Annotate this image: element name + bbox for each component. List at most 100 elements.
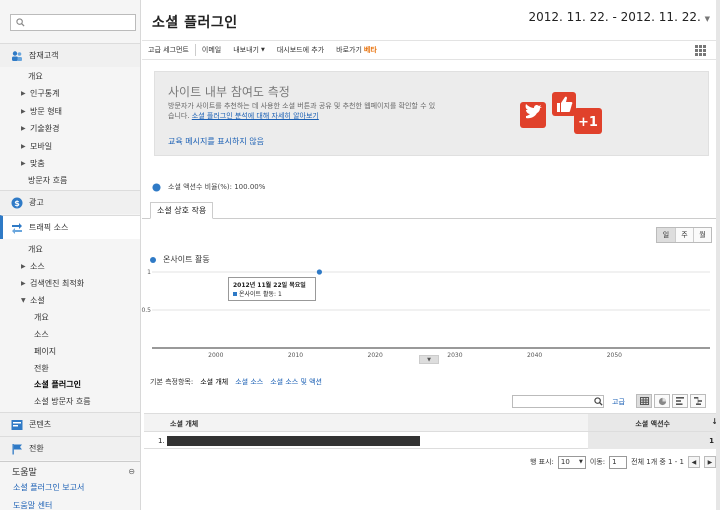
- sidebar-item-social-visitors-flow[interactable]: 소셜 방문자 흐름: [0, 393, 140, 410]
- toolbar-label: 고급 세그먼트: [148, 46, 189, 54]
- sidebar-section-advertising[interactable]: $ 광고: [0, 190, 140, 214]
- grid-layout-icon[interactable]: [695, 45, 706, 56]
- search-icon: [16, 18, 25, 27]
- table-search-button[interactable]: [592, 395, 605, 408]
- column-social-entity[interactable]: 소셜 개체: [170, 419, 198, 429]
- social-action-ratio: 소셜 액션수 비율(%): 100.00%: [152, 182, 265, 192]
- sidebar-section-audience[interactable]: 잠재고객: [0, 43, 140, 67]
- chart-collapse-handle[interactable]: ▼: [419, 355, 439, 364]
- sidebar-item-social-pages[interactable]: 페이지: [0, 343, 140, 360]
- pie-chart-icon: [658, 397, 666, 405]
- window-scrollbar[interactable]: [716, 0, 720, 510]
- toolbar-label: 이메일: [201, 46, 222, 54]
- sidebar-item-demographics[interactable]: ▶ 인구통계: [0, 85, 140, 102]
- primary-dimension-bar: 기본 측정항목: 소셜 개체 소셜 소스 소셜 소스 및 액션: [150, 377, 322, 387]
- dimension-social-entity[interactable]: 소셜 개체: [200, 377, 228, 387]
- column-social-actions[interactable]: 소셜 액션수: [635, 419, 670, 429]
- bar-list-icon: [675, 397, 684, 405]
- sidebar-search-box[interactable]: [10, 14, 136, 31]
- dimension-social-source-action[interactable]: 소셜 소스 및 액션: [270, 377, 322, 387]
- advanced-filter-link[interactable]: 고급: [612, 397, 625, 407]
- sidebar-item-behavior[interactable]: ▶ 방문 형태: [0, 103, 140, 120]
- expand-triangle-icon: ▶: [21, 160, 26, 167]
- email-button[interactable]: 이메일: [196, 44, 227, 56]
- help-collapse-button[interactable]: ⊖: [128, 467, 135, 476]
- sidebar-item-social-conversions[interactable]: 전환: [0, 360, 140, 377]
- goto-page-input[interactable]: 1: [609, 455, 628, 469]
- education-message-box: 사이트 내부 참여도 측정 방문자가 사이트를 추천하는 데 사용한 소셜 버튼…: [154, 71, 709, 156]
- pie-view-button[interactable]: [654, 394, 670, 408]
- next-page-button[interactable]: ▶: [703, 456, 716, 468]
- sidebar-item-label: 소스: [34, 330, 49, 339]
- content-icon: [11, 419, 23, 430]
- sidebar-item-visitors-flow[interactable]: 방문자 흐름: [0, 172, 140, 189]
- table-row[interactable]: 1. 1: [144, 431, 720, 449]
- x-tick-label: 2000: [208, 352, 223, 359]
- hide-education-link[interactable]: 교육 메시지를 표시하지 않음: [168, 136, 264, 147]
- granularity-week-button[interactable]: 주: [675, 228, 693, 242]
- svg-text:+1: +1: [578, 115, 598, 130]
- sidebar-item-social-plugins[interactable]: 소셜 플러그인: [0, 376, 140, 393]
- series-swatch: [233, 292, 237, 296]
- granularity-day-button[interactable]: 일: [657, 228, 675, 242]
- sidebar-item-mobile[interactable]: ▶ 모바일: [0, 138, 140, 155]
- advanced-segments-button[interactable]: 고급 세그먼트: [142, 44, 196, 56]
- export-button[interactable]: 내보내기 ▼: [227, 44, 271, 56]
- table-search-input[interactable]: [512, 395, 604, 408]
- social-buttons-illustration: +1: [520, 92, 602, 134]
- tab-social-interactions[interactable]: 소셜 상호 작용: [150, 202, 214, 219]
- help-link-help-center[interactable]: 도움말 센터: [13, 500, 52, 510]
- granularity-month-button[interactable]: 월: [693, 228, 711, 242]
- sidebar-item-sources[interactable]: ▶ 소스: [0, 258, 140, 275]
- sidebar-item-audience-overview[interactable]: 개요: [0, 68, 140, 85]
- main-content: 소셜 플러그인 2012. 11. 22. - 2012. 11. 22. ▼ …: [141, 0, 720, 510]
- add-to-dashboard-button[interactable]: 대시보드에 추가: [271, 44, 330, 56]
- x-tick-label: 2010: [288, 352, 303, 359]
- sidebar-item-label: 소셜 플러그인: [34, 380, 81, 389]
- sorted-column-shade: [588, 432, 720, 449]
- sidebar-section-traffic-sources[interactable]: 트래픽 소스: [0, 215, 140, 239]
- sidebar-section-conversions[interactable]: 전환: [0, 436, 140, 460]
- help-link-social-plugins-report[interactable]: 소셜 플러그인 보고서: [13, 482, 84, 493]
- sidebar-item-label: 맞춤: [30, 159, 45, 168]
- sidebar-section-content[interactable]: 콘텐츠: [0, 412, 140, 436]
- tooltip-line: 온사이트 활동: 1: [233, 290, 311, 299]
- tab-divider: [142, 218, 720, 219]
- sidebar-section-label: 잠재고객: [29, 51, 59, 60]
- date-range-picker[interactable]: 2012. 11. 22. - 2012. 11. 22. ▼: [529, 10, 710, 24]
- redacted-entity-bar: [167, 436, 420, 446]
- search-icon: [594, 397, 603, 406]
- education-text: 방문자가 사이트를 추천하는 데 사용한 소셜 버튼과 공유 및 추천한 웹페이…: [168, 101, 440, 121]
- shortcut-button[interactable]: 바로가기 베타: [330, 44, 383, 56]
- learn-more-link[interactable]: 소셜 플러그인 분석에 대해 자세히 알아보기: [192, 112, 319, 120]
- sidebar-item-technology[interactable]: ▶ 기술환경: [0, 120, 140, 137]
- sidebar-item-social[interactable]: ▼ 소셜: [0, 292, 140, 309]
- expand-triangle-icon: ▶: [21, 90, 26, 97]
- table-tools: 고급: [142, 391, 720, 413]
- performance-view-button[interactable]: [672, 394, 688, 408]
- google-plus-one-icon: +1: [574, 108, 602, 134]
- sidebar-item-social-overview[interactable]: 개요: [0, 309, 140, 326]
- chart-tooltip: 2012년 11월 22일 목요일 온사이트 활동: 1: [228, 277, 316, 301]
- sidebar-item-label: 전환: [34, 364, 49, 373]
- sidebar-item-custom[interactable]: ▶ 맞춤: [0, 155, 140, 172]
- thumbs-up-icon: [552, 92, 576, 116]
- sidebar-item-traffic-overview[interactable]: 개요: [0, 241, 140, 258]
- dimension-social-source[interactable]: 소셜 소스: [235, 377, 263, 387]
- education-title: 사이트 내부 참여도 측정: [168, 85, 290, 99]
- chevron-down-icon: ▼: [704, 15, 710, 23]
- page-summary: 전체 1개 중 1 - 1: [631, 458, 684, 466]
- data-point: [316, 269, 322, 275]
- x-tick-label: 2050: [607, 352, 622, 359]
- sidebar-item-seo[interactable]: ▶ 검색엔진 최적화: [0, 275, 140, 292]
- sidebar: 잠재고객 개요 ▶ 인구통계 ▶ 방문 형태 ▶ 기술환경 ▶ 모바일 ▶ 맞춤 방문자 …: [0, 0, 141, 510]
- table-view-button[interactable]: [636, 394, 652, 408]
- sidebar-search-input[interactable]: [27, 16, 133, 29]
- comparison-view-button[interactable]: [690, 394, 706, 408]
- rows-per-page-select[interactable]: 10 ▼: [557, 455, 586, 469]
- sidebar-item-social-sources[interactable]: 소스: [0, 326, 140, 343]
- primary-dimension-label: 기본 측정항목:: [150, 378, 194, 386]
- sidebar-item-label: 개요: [28, 72, 43, 81]
- toolbar-label: 대시보드에 추가: [276, 46, 325, 54]
- prev-page-button[interactable]: ◀: [687, 456, 700, 468]
